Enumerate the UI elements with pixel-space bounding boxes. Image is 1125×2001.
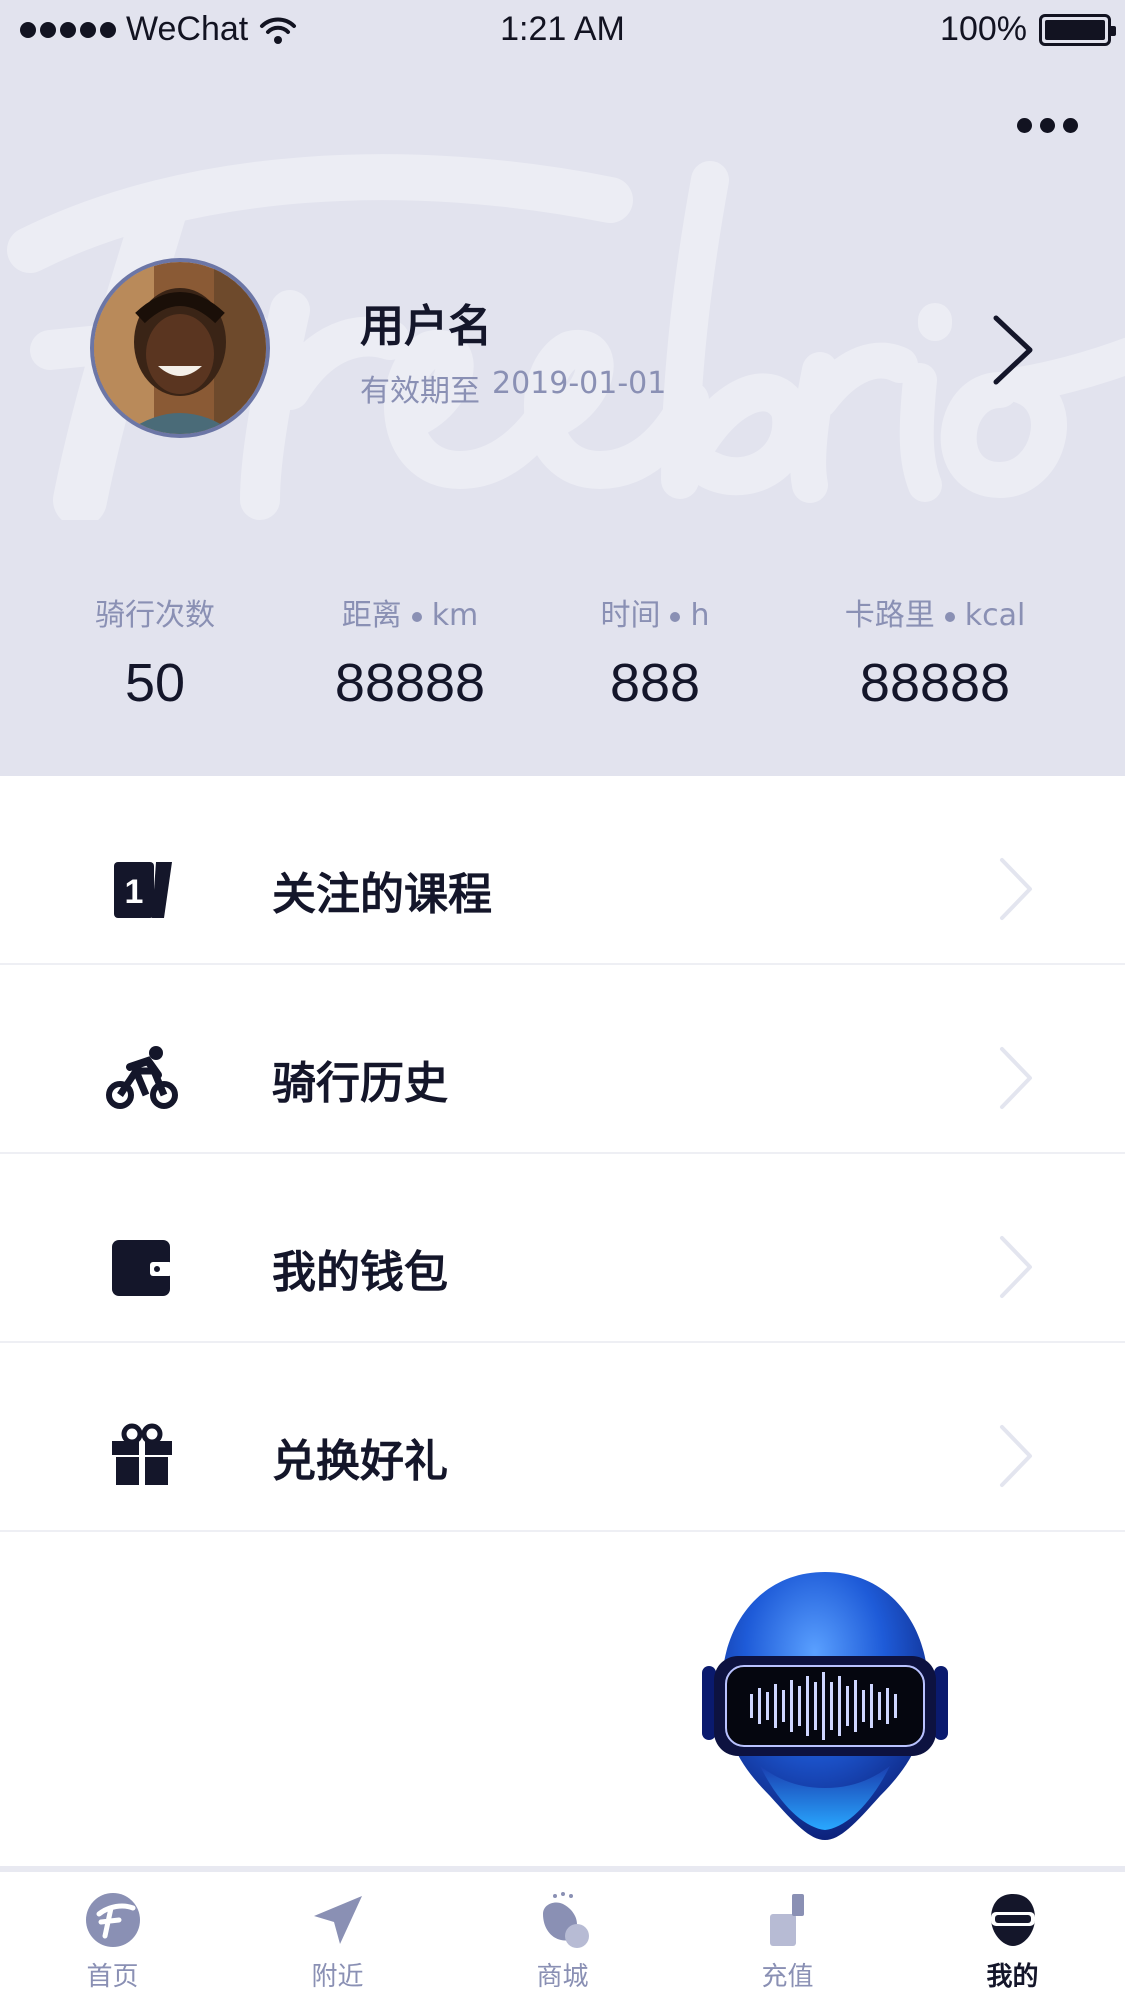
- stat-label: 骑行次数: [95, 598, 215, 633]
- membership-validity: 有效期至 2019-01-01: [360, 366, 666, 410]
- menu-item-riding-history[interactable]: 骑行历史: [0, 965, 1125, 1154]
- chevron-right-icon: [1000, 1236, 1032, 1298]
- tab-label: 附近: [311, 1962, 364, 1992]
- tab-mine[interactable]: 我的: [900, 1872, 1125, 2001]
- stat-value: 888: [609, 653, 701, 713]
- tab-shop[interactable]: 商城: [450, 1872, 675, 2001]
- helmet-mascot[interactable]: [700, 1566, 950, 1846]
- stat-value: 88888: [859, 653, 1011, 713]
- stat-calories: 卡路里 kcal 88888: [825, 590, 1045, 714]
- cycling-icon: [106, 1046, 178, 1109]
- chevron-right-icon: [1000, 1047, 1032, 1109]
- recharge-icon: [769, 1894, 804, 1946]
- gift-icon: [112, 1423, 172, 1485]
- avatar-photo: [94, 262, 266, 434]
- stat-unit: h: [690, 598, 710, 633]
- location-arrow-icon: [313, 1896, 362, 1944]
- chevron-right-icon: [1000, 1425, 1032, 1487]
- more-dot-icon: [1039, 117, 1055, 133]
- profile-chevron-right-icon[interactable]: [990, 312, 1036, 388]
- more-options-button[interactable]: [1009, 112, 1085, 138]
- stat-label: 时间 h: [600, 598, 710, 633]
- menu-label: 兑换好礼: [272, 1436, 448, 1487]
- menu-label: 关注的课程: [272, 869, 492, 920]
- validity-label: 有效期至: [360, 374, 480, 409]
- stat-rides: 骑行次数 50: [80, 590, 230, 714]
- stat-label: 距离 km: [341, 598, 479, 633]
- tab-nearby[interactable]: 附近: [225, 1872, 450, 2001]
- avatar[interactable]: [90, 258, 270, 438]
- home-logo-icon: [85, 1893, 140, 1947]
- menu-item-followed-courses[interactable]: 1 关注的课程: [0, 776, 1125, 965]
- menu-label: 我的钱包: [272, 1247, 448, 1298]
- tab-label: 首页: [86, 1962, 139, 1992]
- status-bar: WeChat 1:21 AM 100%: [0, 0, 1125, 60]
- menu-label: 骑行历史: [272, 1058, 448, 1109]
- validity-date: 2019-01-01: [492, 366, 667, 401]
- profile-header: WeChat 1:21 AM 100% 用户名 有效期至 2019-01-01 …: [0, 0, 1125, 776]
- course-icon: 1: [114, 862, 172, 918]
- tab-label: 商城: [536, 1962, 589, 1992]
- battery-percent: 100%: [940, 10, 1027, 48]
- chevron-right-icon: [1000, 858, 1032, 920]
- svg-text:1: 1: [125, 873, 144, 911]
- profile-menu: 1 关注的课程 骑行历史 我的钱包 兑换好礼: [0, 776, 1125, 1532]
- battery-status: 100%: [940, 10, 1116, 49]
- tab-label: 充值: [761, 1962, 814, 1992]
- tab-label: 我的: [986, 1962, 1039, 1992]
- tab-home[interactable]: 首页: [0, 1872, 225, 2001]
- stat-time: 时间 h 888: [580, 590, 730, 714]
- stat-unit: km: [431, 598, 479, 633]
- riding-stats: 骑行次数 50 距离 km 88888 时间 h 888 卡路里 kcal 88888: [0, 590, 1125, 713]
- tab-recharge[interactable]: 充值: [675, 1872, 900, 2001]
- menu-item-my-wallet[interactable]: 我的钱包: [0, 1154, 1125, 1343]
- menu-item-redeem-gifts[interactable]: 兑换好礼: [0, 1343, 1125, 1532]
- battery-icon: [1039, 13, 1116, 46]
- bottom-tab-bar: 首页 附近 商城 充值 我的: [0, 1866, 1125, 2001]
- more-dot-icon: [1062, 117, 1078, 133]
- wallet-icon: [112, 1240, 172, 1296]
- stat-value: 88888: [334, 653, 486, 713]
- username: 用户名: [360, 301, 492, 352]
- stat-label: 卡路里 kcal: [844, 598, 1026, 633]
- shop-icon: [542, 1892, 589, 1948]
- stat-value: 50: [124, 653, 186, 713]
- more-dot-icon: [1016, 117, 1032, 133]
- stat-unit: kcal: [964, 598, 1026, 633]
- stat-distance: 距离 km 88888: [320, 590, 500, 714]
- helmet-icon: [990, 1894, 1035, 1946]
